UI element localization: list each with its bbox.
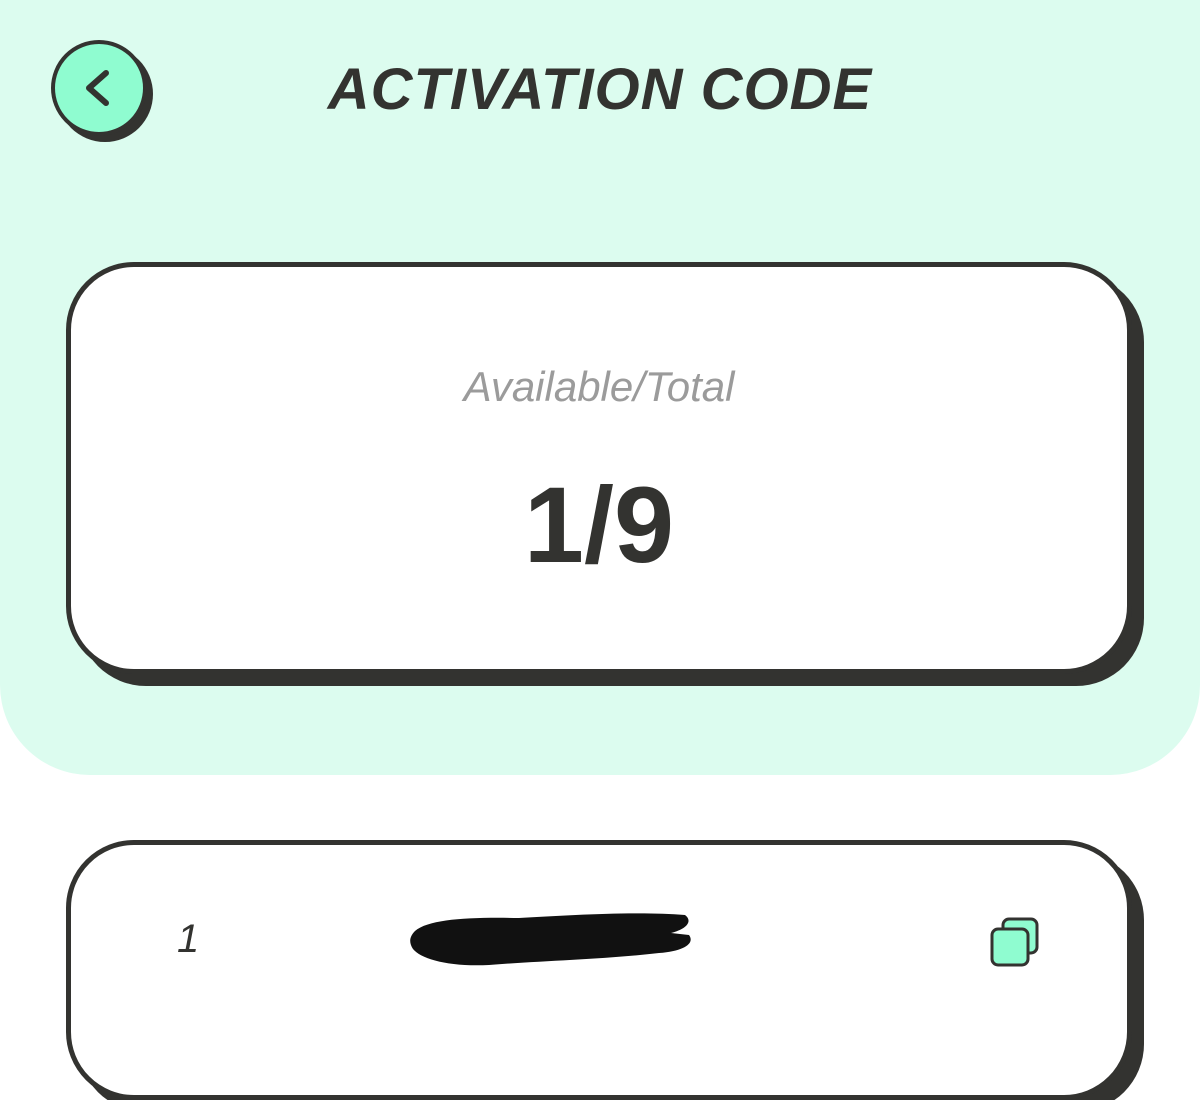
availability-label: Available/Total — [463, 363, 735, 410]
copy-icon[interactable] — [989, 917, 1041, 969]
availability-card: Available/Total 1/9 — [66, 262, 1132, 674]
code-index: 1 — [177, 917, 200, 961]
availability-value: 1/9 — [523, 464, 675, 585]
redacted-code — [410, 913, 691, 966]
page-title: ACTIVATION CODE — [327, 57, 873, 122]
code-list-item: 1 — [66, 840, 1132, 1100]
